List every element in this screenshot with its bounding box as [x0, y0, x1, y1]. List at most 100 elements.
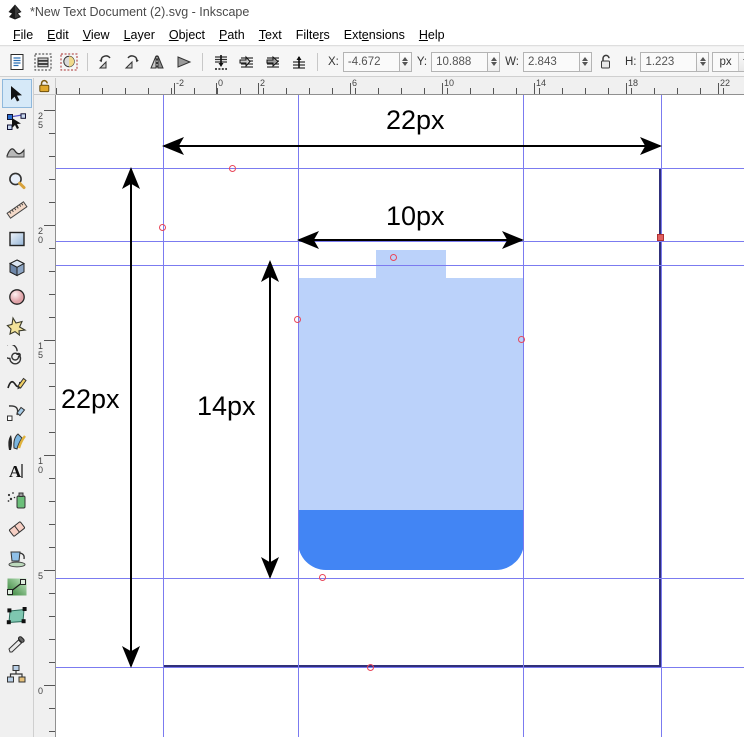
node-marker[interactable] [367, 664, 374, 671]
y-spinner[interactable] [431, 51, 501, 72]
height-dimension-inner-label: 14px [197, 391, 256, 421]
node-marker[interactable] [294, 316, 301, 323]
x-spinner[interactable] [342, 51, 412, 72]
ruler-tick [49, 133, 55, 134]
ruler-major-tick [534, 83, 535, 94]
rotate-ccw-90-icon[interactable] [93, 49, 119, 75]
box3d-tool[interactable] [2, 253, 32, 282]
ruler-tick [49, 616, 55, 617]
ruler-tick [217, 88, 218, 94]
spiral-tool[interactable] [2, 340, 32, 369]
command-separator-2 [202, 52, 203, 71]
menu-item-filters[interactable]: Filters [289, 26, 337, 44]
ruler-label: 0 [218, 78, 224, 88]
menu-item-view[interactable]: View [76, 26, 117, 44]
eraser-tool[interactable] [2, 514, 32, 543]
x-stepper[interactable] [398, 51, 412, 72]
menu-item-extensions[interactable]: Extensions [337, 26, 412, 44]
ellipse-tool[interactable] [2, 282, 32, 311]
raise-to-top-icon[interactable] [286, 49, 312, 75]
dropper-tool[interactable] [2, 630, 32, 659]
ruler-label: 14 [536, 78, 547, 88]
ruler-major-tick [44, 570, 55, 571]
paint-bucket-tool[interactable] [2, 543, 32, 572]
flip-horizontal-icon[interactable] [145, 49, 171, 75]
rectangle-tool[interactable] [2, 224, 32, 253]
node-marker[interactable] [159, 224, 166, 231]
y-field-group: Y: [412, 51, 501, 72]
menu-item-text[interactable]: Text [252, 26, 289, 44]
w-input[interactable] [522, 51, 579, 72]
gradient-tool[interactable] [2, 572, 32, 601]
ruler-tick [79, 88, 80, 94]
x-field-group: X: [323, 51, 412, 72]
ruler-tick [49, 478, 55, 479]
calligraphy-tool[interactable] [2, 427, 32, 456]
inkscape-logo-icon [8, 4, 22, 20]
y-input[interactable] [431, 51, 488, 72]
node-marker[interactable] [229, 165, 236, 172]
h-stepper[interactable] [696, 51, 710, 72]
zoom-tool[interactable] [2, 166, 32, 195]
object-properties-icon[interactable] [56, 49, 82, 75]
ruler-major-tick [718, 83, 719, 94]
tweak-tool[interactable] [2, 137, 32, 166]
menu-item-edit[interactable]: Edit [40, 26, 76, 44]
pencil-tool[interactable] [2, 369, 32, 398]
chevron-down-icon[interactable] [737, 52, 744, 71]
menu-item-layer[interactable]: Layer [117, 26, 162, 44]
w-spinner[interactable] [522, 51, 592, 72]
menu-item-file[interactable]: File [6, 26, 40, 44]
ruler-tick [470, 88, 471, 94]
ruler-tick [723, 88, 724, 94]
text-tool[interactable]: A [2, 456, 32, 485]
h-spinner[interactable] [640, 51, 710, 72]
y-stepper[interactable] [487, 51, 501, 72]
connector-tool[interactable] [2, 659, 32, 688]
ruler-tick [49, 593, 55, 594]
ruler-tick [49, 271, 55, 272]
lower-to-bottom-icon[interactable] [208, 49, 234, 75]
ruler-major-tick [44, 455, 55, 456]
raise-one-step-icon[interactable] [260, 49, 286, 75]
selector-tool[interactable] [1, 79, 32, 108]
w-stepper[interactable] [578, 51, 592, 72]
ruler-lock-icon[interactable] [34, 78, 56, 95]
vertical-ruler[interactable]: 25 20 15 10 5 0 [34, 95, 56, 737]
node-marker[interactable] [518, 336, 525, 343]
spray-tool[interactable] [2, 485, 32, 514]
height-dimension-outer-label: 22px [61, 384, 120, 414]
horizontal-ruler[interactable]: -2 0 2 6 10 14 18 22 [56, 78, 744, 95]
menu-item-help[interactable]: Help [412, 26, 452, 44]
ruler-label: 10 [37, 456, 43, 475]
lock-wh-ratio-icon[interactable] [596, 52, 616, 72]
ruler-tick [378, 88, 379, 94]
ruler-tick [49, 179, 55, 180]
node-marker[interactable] [319, 574, 326, 581]
units-select[interactable]: px [712, 51, 744, 72]
ruler-label: 6 [352, 78, 358, 88]
star-tool[interactable] [2, 311, 32, 340]
node-tool[interactable] [2, 108, 32, 137]
h-input[interactable] [640, 51, 697, 72]
x-input[interactable] [342, 51, 399, 72]
ruler-tick [263, 88, 264, 94]
layers-icon[interactable] [30, 49, 56, 75]
ruler-major-tick [44, 110, 55, 111]
flip-vertical-icon[interactable] [171, 49, 197, 75]
ruler-tick [56, 88, 57, 94]
rotate-cw-90-icon[interactable] [119, 49, 145, 75]
ruler-tick [49, 432, 55, 433]
drawing-canvas[interactable]: 22px 10px 22px 14px [56, 95, 744, 737]
lower-one-step-icon[interactable] [234, 49, 260, 75]
document-properties-icon[interactable] [4, 49, 30, 75]
ruler-tick [424, 88, 425, 94]
mesh-tool[interactable] [2, 601, 32, 630]
menu-item-path[interactable]: Path [212, 26, 252, 44]
selection-handle[interactable] [657, 234, 664, 241]
bezier-tool[interactable] [2, 398, 32, 427]
measure-tool[interactable] [2, 195, 32, 224]
ruler-tick [49, 202, 55, 203]
menu-item-object[interactable]: Object [162, 26, 212, 44]
node-marker[interactable] [390, 254, 397, 261]
